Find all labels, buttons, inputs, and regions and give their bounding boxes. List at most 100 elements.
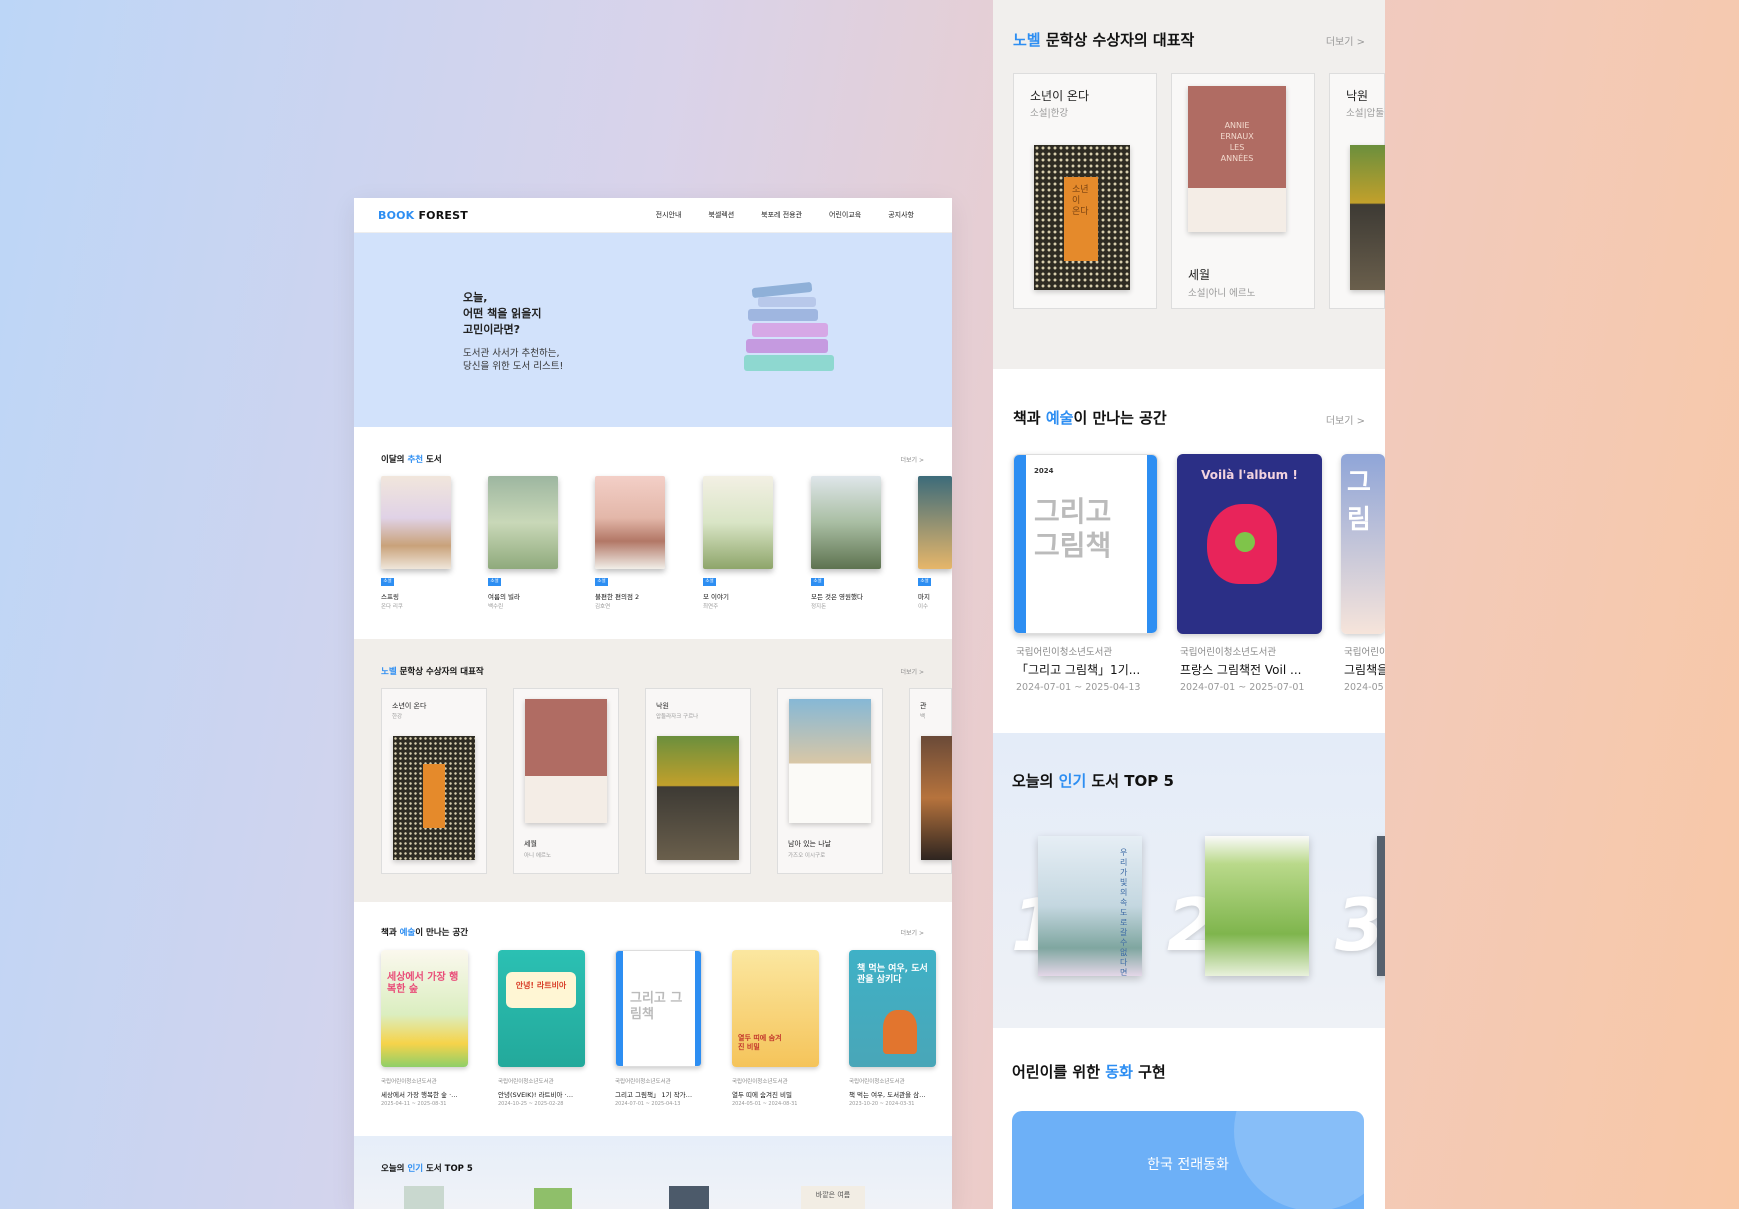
exhibition-title[interactable]: 세상에서 가장 행복한 숲 ·… — [381, 1089, 458, 1099]
exhibition-title[interactable]: 「그리고 그림책」1기... — [1016, 661, 1140, 678]
nobel-card[interactable]: 관 백 — [909, 688, 952, 874]
book-title[interactable]: 여름의 빌라 — [488, 591, 520, 601]
card-title: 세월 — [1188, 268, 1211, 282]
organization-label: 국립어린이청소년도서관 — [1016, 647, 1113, 658]
nav-item-book-forest-hall[interactable]: 북포레 전용관 — [761, 210, 802, 220]
exhibition-poster[interactable]: 그리고 그림책 — [615, 950, 702, 1067]
book-author: 정지돈 — [811, 604, 827, 610]
book-cover[interactable] — [1205, 836, 1309, 976]
book-cover — [1350, 145, 1385, 290]
nav-item-book-selection[interactable]: 북셀렉션 — [708, 210, 734, 220]
card-title: 관 — [920, 702, 927, 710]
more-link[interactable]: 더보기 > — [901, 928, 925, 937]
section-title: 노벨 문학상 수상자의 대표작 — [1013, 31, 1195, 49]
nav-item-exhibition[interactable]: 전시안내 — [656, 210, 682, 220]
exhibition-title[interactable]: 열두 띠에 숨겨진 비밀 — [732, 1089, 792, 1099]
organization-label: 국립어린이 — [1344, 647, 1385, 658]
card-author: 소설|아니 에르노 — [1188, 288, 1256, 299]
exhibition-poster[interactable]: 열두 띠에 숨겨진 비밀 — [732, 950, 819, 1067]
nobel-card[interactable]: 소년이 온다 소설|한강 소년이 온다 — [1013, 73, 1157, 309]
card-title: 세월 — [524, 840, 537, 848]
mobile-fairy-tale-section: 어린이를 위한 동화 구현 한국 전래동화 — [993, 1028, 1385, 1209]
book-author: 김호연 — [595, 604, 611, 610]
exhibition-poster[interactable]: 안녕! 라트비아 — [498, 950, 585, 1067]
book-cover — [525, 699, 607, 823]
more-link[interactable]: 더보기 > — [901, 667, 925, 676]
nobel-card[interactable]: 낙원 압둘라자크 구르나 — [645, 688, 751, 874]
hero-subtitle: 도서관 사서가 추천하는, 당신을 위한 도서 리스트! — [463, 347, 563, 373]
organization-label: 국립어린이청소년도서관 — [381, 1079, 437, 1085]
mobile-page: 노벨 문학상 수상자의 대표작 더보기 > 소년이 온다 소설|한강 소년이 온… — [993, 0, 1385, 1209]
nav-item-kids-education[interactable]: 어린이교육 — [829, 210, 861, 220]
fairy-tale-button-label: 한국 전래동화 — [1147, 1157, 1229, 1173]
card-title: 낙원 — [656, 702, 669, 710]
book-cover[interactable] — [488, 476, 558, 569]
more-link[interactable]: 더보기 > — [1326, 412, 1365, 427]
exhibition-title[interactable]: 그림책을 — [1344, 661, 1385, 678]
book-title[interactable]: 스프링 — [381, 591, 399, 601]
book-cover[interactable]: 우리가 빛의 속도로 갈 수 없다면 — [1038, 836, 1142, 977]
book-author: 백수린 — [488, 604, 504, 610]
genre-tag: 소설 — [703, 578, 716, 586]
genre-tag: 소설 — [595, 578, 608, 586]
book-cover[interactable] — [381, 476, 451, 569]
card-title: 소년이 온다 — [1030, 89, 1090, 103]
exhibition-date: 2024-07-01 ~ 2025-04-13 — [1016, 682, 1141, 693]
book-cover: ANNIE ERNAUX LES ANNÉES — [1188, 86, 1286, 232]
exhibition-poster[interactable]: Voilà l'album ! — [1177, 454, 1322, 634]
exhibition-title[interactable]: 안녕(SVEIK)! 라트비아 ·… — [498, 1089, 573, 1099]
exhibition-title[interactable]: 프랑스 그림책전 Voil ... — [1180, 661, 1301, 678]
exhibition-poster[interactable]: 2024 그리고 그림책 — [1013, 454, 1158, 634]
nobel-card[interactable]: 낙원 소설|압둘라자 — [1329, 73, 1385, 309]
hero-banner: 오늘, 어떤 책을 읽을지 고민이라면? 도서관 사서가 추천하는, 당신을 위… — [354, 233, 952, 427]
more-link[interactable]: 더보기 > — [1326, 33, 1365, 48]
book-cover[interactable]: 바깥은 여름 — [801, 1186, 865, 1209]
nav-item-notice[interactable]: 공지사항 — [888, 210, 914, 220]
exhibition-date: 2024-07-01 ~ 2025-07-01 — [1180, 682, 1305, 693]
logo-part1: BOOK — [378, 208, 415, 222]
exhibition-poster[interactable]: 책 먹는 여우, 도서관을 삼키다 — [849, 950, 936, 1067]
card-author: 소설|한강 — [1030, 108, 1069, 119]
more-link[interactable]: 더보기 > — [901, 455, 925, 464]
exhibition-title[interactable]: 책 먹는 여우, 도서관을 삼… — [849, 1089, 926, 1099]
nobel-card[interactable]: 남아 있는 나날 가즈오 이시구로 — [777, 688, 883, 874]
section-title: 책과 예술이 만나는 공간 — [1013, 409, 1167, 427]
top5-section: 오늘의 인기 도서 TOP 5 바깥은 여름 — [354, 1136, 952, 1209]
card-author: 소설|압둘라자 — [1346, 108, 1385, 119]
book-title[interactable]: 불편한 편의점 2 — [595, 591, 639, 601]
book-title[interactable]: 마지 — [918, 591, 930, 601]
book-cover[interactable] — [534, 1188, 572, 1209]
organization-label: 국립어린이청소년도서관 — [732, 1079, 788, 1085]
nobel-card[interactable]: 소년이 온다 한강 — [381, 688, 487, 874]
card-author: 가즈오 이시구로 — [788, 853, 826, 859]
nobel-card[interactable]: 세월 아니 에르노 — [513, 688, 619, 874]
book-cover[interactable] — [811, 476, 881, 569]
organization-label: 국립어린이청소년도서관 — [615, 1079, 671, 1085]
book-cover[interactable] — [703, 476, 773, 569]
mobile-top5-section: 오늘의 인기 도서 TOP 5 1 우리가 빛의 속도로 갈 수 없다면 2 3 — [993, 733, 1385, 1028]
section-title: 오늘의 인기 도서 TOP 5 — [1012, 772, 1174, 790]
nobel-card[interactable]: ANNIE ERNAUX LES ANNÉES 세월 소설|아니 에르노 — [1171, 73, 1315, 309]
book-cover[interactable] — [404, 1186, 444, 1209]
book-cover[interactable] — [1377, 836, 1385, 976]
genre-tag: 소설 — [811, 578, 824, 586]
desktop-page: BOOK FOREST 전시안내 북셀렉션 북포레 전용관 어린이교육 공지사항… — [354, 198, 952, 1209]
book-cover — [789, 699, 871, 823]
hero-title: 오늘, 어떤 책을 읽을지 고민이라면? — [463, 290, 542, 338]
book-title[interactable]: 모든 것은 영원했다 — [811, 591, 863, 601]
mobile-art-section: 책과 예술이 만나는 공간 더보기 > 2024 그리고 그림책 Voilà l… — [993, 369, 1385, 733]
book-cover[interactable] — [918, 476, 952, 569]
book-cover[interactable] — [595, 476, 665, 569]
book-title[interactable]: 모 이야기 — [703, 591, 729, 601]
logo[interactable]: BOOK FOREST — [378, 209, 468, 222]
exhibition-title[interactable]: 그리고 그림책」 1기 작가… — [615, 1089, 692, 1099]
organization-label: 국립어린이청소년도서관 — [498, 1079, 554, 1085]
organization-label: 국립어린이청소년도서관 — [1180, 647, 1277, 658]
book-cover[interactable] — [669, 1186, 709, 1209]
book-cover: 소년이 온다 — [1034, 145, 1130, 290]
exhibition-poster[interactable]: 세상에서 가장 행복한 숲 — [381, 950, 468, 1067]
book-cover — [393, 736, 475, 860]
exhibition-date: 2024-10-25 ~ 2025-02-28 — [498, 1101, 564, 1107]
exhibition-poster[interactable]: 그림 — [1341, 454, 1385, 634]
fairy-tale-button[interactable]: 한국 전래동화 — [1012, 1111, 1364, 1209]
